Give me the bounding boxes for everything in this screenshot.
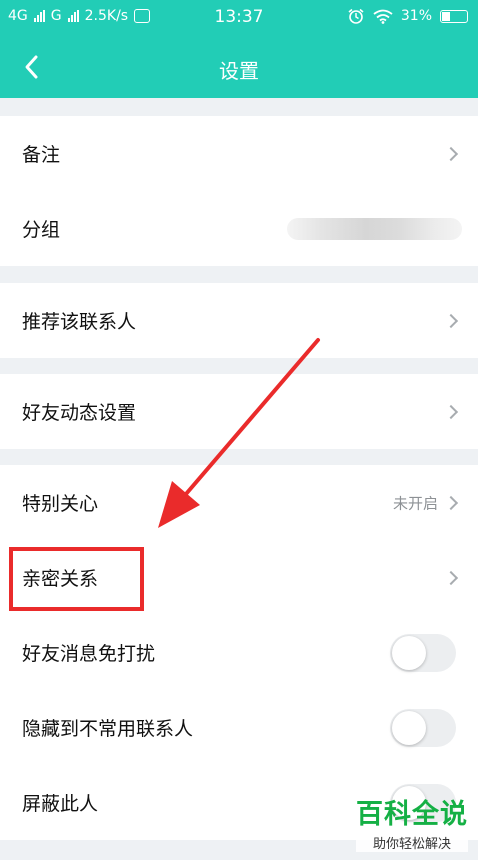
watermark-title: 百科全说	[356, 799, 468, 830]
watermark-subtitle: 助你轻松解决	[356, 833, 468, 852]
annotation-arrow	[158, 338, 320, 528]
watermark-logo: 百科全说 助你轻松解决	[356, 792, 468, 852]
